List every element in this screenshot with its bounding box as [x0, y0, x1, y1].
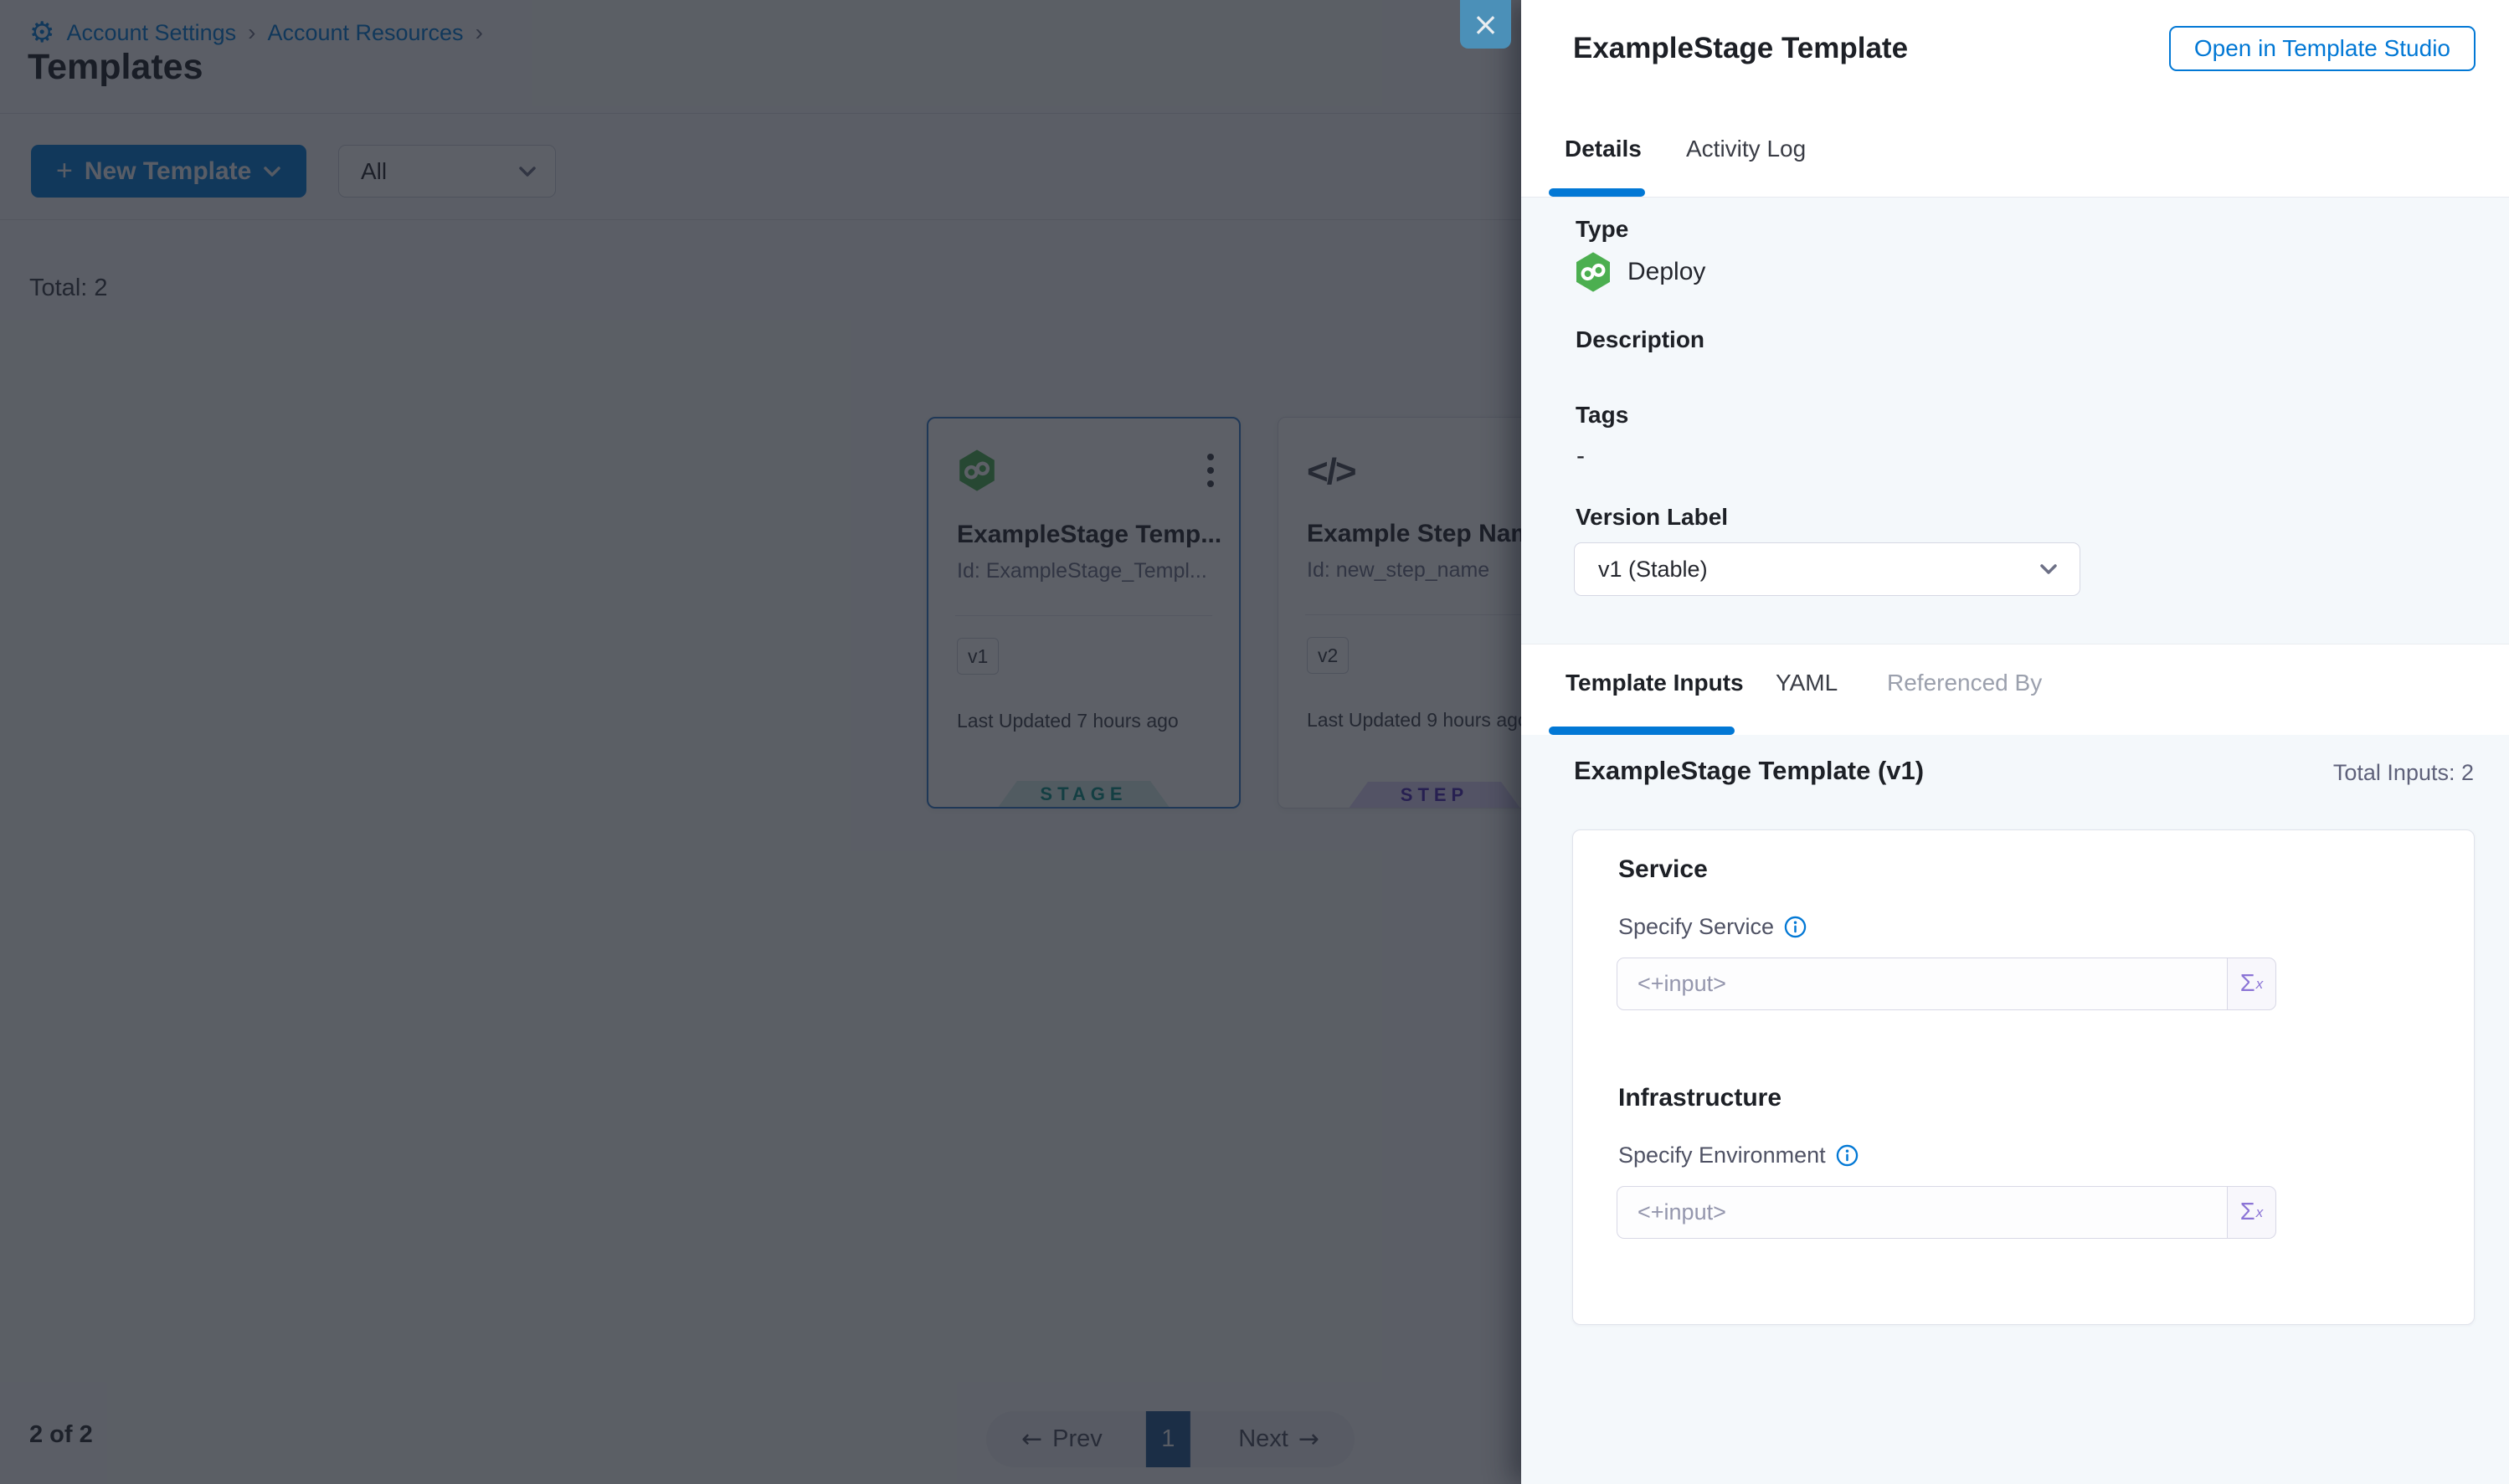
service-input-row: Σx	[1617, 958, 2276, 1010]
tags-value: -	[1576, 442, 1585, 470]
specify-service-text: Specify Service	[1618, 914, 1774, 940]
inputs-heading: ExampleStage Template (v1)	[1574, 756, 1924, 786]
chevron-down-icon	[2039, 563, 2058, 575]
service-section-title: Service	[1618, 855, 1708, 884]
specify-environment-text: Specify Environment	[1618, 1143, 1826, 1168]
total-inputs-count: Total Inputs: 2	[2333, 760, 2474, 786]
open-in-template-studio-button[interactable]: Open in Template Studio	[2169, 26, 2476, 71]
description-label: Description	[1576, 326, 1704, 353]
close-drawer-button[interactable]: ×	[1460, 0, 1511, 49]
tab-details[interactable]: Details	[1565, 136, 1642, 162]
close-icon: ×	[1473, 6, 1499, 43]
template-details-drawer: ExampleStage Template Open in Template S…	[1521, 0, 2509, 1484]
environment-input[interactable]	[1617, 1186, 2228, 1239]
info-icon[interactable]	[1836, 1144, 1859, 1167]
service-input[interactable]	[1617, 958, 2228, 1010]
active-tab-indicator	[1549, 188, 1645, 197]
environment-input-row: Σx	[1617, 1186, 2276, 1239]
inputs-card: Service Specify Service Σx Infrastructur…	[1572, 829, 2475, 1325]
template-type: Deploy	[1574, 251, 1705, 293]
tab-yaml[interactable]: YAML	[1776, 670, 1838, 696]
specify-service-label: Specify Service	[1618, 914, 1807, 940]
deploy-hexagon-icon	[1574, 251, 1612, 293]
tags-label: Tags	[1576, 402, 1628, 429]
drawer-scrim[interactable]	[0, 0, 1521, 1484]
expression-toggle-icon[interactable]: Σx	[2228, 1186, 2276, 1239]
active-subtab-indicator	[1549, 727, 1735, 735]
drawer-title: ExampleStage Template	[1573, 32, 1908, 65]
type-value: Deploy	[1627, 258, 1705, 286]
version-value: v1 (Stable)	[1598, 557, 1708, 583]
tab-activity-log[interactable]: Activity Log	[1686, 136, 1806, 162]
tab-referenced-by[interactable]: Referenced By	[1887, 670, 2042, 696]
infrastructure-section-title: Infrastructure	[1618, 1084, 1781, 1112]
version-select[interactable]: v1 (Stable)	[1574, 542, 2080, 596]
expression-toggle-icon[interactable]: Σx	[2228, 958, 2276, 1010]
specify-environment-label: Specify Environment	[1618, 1143, 1859, 1168]
tab-template-inputs[interactable]: Template Inputs	[1566, 670, 1744, 696]
version-label: Version Label	[1576, 504, 1728, 531]
type-label: Type	[1576, 216, 1628, 243]
info-icon[interactable]	[1784, 916, 1807, 938]
